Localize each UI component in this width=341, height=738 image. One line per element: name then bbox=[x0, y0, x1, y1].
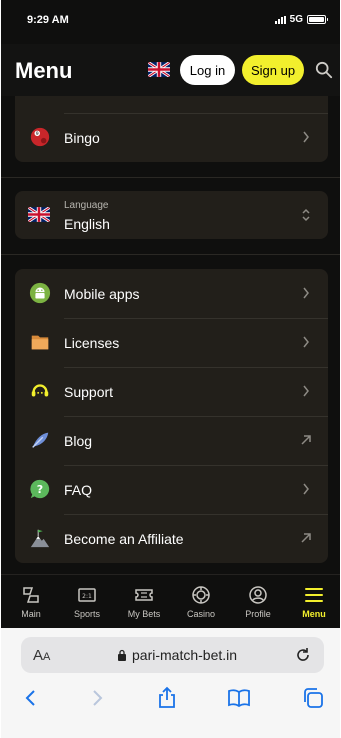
nav-sports[interactable]: 2:1 Sports bbox=[59, 575, 115, 629]
menu-card-games: 9 Bingo bbox=[15, 96, 328, 162]
bottom-navigation: Main 2:1 Sports My Bets Casino Profile M… bbox=[1, 574, 340, 628]
menu-item-affiliate[interactable]: Become an Affiliate bbox=[15, 514, 328, 563]
menu-item-mobile-apps[interactable]: Mobile apps bbox=[15, 269, 328, 318]
profile-icon bbox=[249, 586, 267, 604]
menu-item-licenses[interactable]: Licenses bbox=[15, 318, 328, 367]
uk-flag-icon[interactable] bbox=[148, 62, 170, 77]
chevron-updown-icon bbox=[302, 208, 310, 222]
url-display[interactable]: pari-match-bet.in bbox=[117, 647, 237, 663]
battery-icon bbox=[307, 15, 328, 24]
svg-text:9: 9 bbox=[36, 131, 39, 137]
forward-icon[interactable] bbox=[85, 686, 109, 710]
page-title: Menu bbox=[15, 58, 73, 83]
nav-label: Profile bbox=[245, 609, 271, 619]
language-value: English bbox=[64, 216, 110, 232]
chevron-right-icon bbox=[303, 385, 309, 397]
menu-item-label: Become an Affiliate bbox=[64, 530, 184, 547]
mountain-flag-icon bbox=[28, 526, 52, 550]
ticket-icon bbox=[135, 589, 153, 601]
menu-item-label: Licenses bbox=[64, 334, 120, 351]
svg-text:2:1: 2:1 bbox=[82, 593, 92, 600]
share-icon[interactable] bbox=[155, 686, 179, 710]
menu-item-label: Mobile apps bbox=[64, 285, 140, 302]
chevron-right-icon bbox=[303, 287, 309, 299]
bookmarks-icon[interactable] bbox=[227, 686, 251, 710]
hamburger-icon bbox=[305, 588, 323, 602]
app-header: Menu Log in Sign up bbox=[1, 44, 340, 96]
external-link-icon bbox=[301, 435, 311, 445]
signal-icon bbox=[274, 15, 286, 24]
status-bar: 9:29 AM 5G bbox=[1, 0, 340, 44]
uk-flag-icon bbox=[28, 207, 50, 222]
nav-label: Menu bbox=[302, 609, 326, 619]
chat-question-icon: ? bbox=[28, 477, 52, 501]
android-icon bbox=[28, 281, 52, 305]
menu-item-blog[interactable]: Blog bbox=[15, 416, 328, 465]
nav-label: Casino bbox=[186, 609, 215, 619]
browser-chrome: AA pari-match-bet.in bbox=[1, 628, 340, 738]
list-item-hidden bbox=[15, 96, 328, 113]
nav-label: Sports bbox=[73, 609, 100, 619]
menu-content[interactable]: 9 Bingo Language English Mobile apps Lic… bbox=[1, 96, 340, 574]
nav-label: My Bets bbox=[127, 609, 161, 619]
status-indicators: 5G bbox=[274, 14, 328, 25]
menu-item-faq[interactable]: ? FAQ bbox=[15, 465, 328, 514]
nav-casino[interactable]: Casino bbox=[173, 575, 229, 629]
back-icon[interactable] bbox=[19, 686, 43, 710]
menu-item-support[interactable]: Support bbox=[15, 367, 328, 416]
section-divider bbox=[1, 177, 340, 178]
menu-item-label: FAQ bbox=[64, 481, 93, 498]
chevron-right-icon bbox=[303, 483, 309, 495]
nav-profile[interactable]: Profile bbox=[230, 575, 286, 629]
bingo-ball-icon: 9 bbox=[28, 125, 52, 149]
section-divider bbox=[1, 254, 340, 255]
language-caption: Language bbox=[64, 200, 109, 211]
chevron-right-icon bbox=[303, 131, 309, 143]
menu-item-bingo[interactable]: 9 Bingo bbox=[15, 113, 328, 162]
nav-menu[interactable]: Menu bbox=[286, 575, 340, 629]
menu-item-label: Support bbox=[64, 383, 114, 400]
signup-button[interactable]: Sign up bbox=[242, 55, 304, 85]
login-button[interactable]: Log in bbox=[180, 55, 235, 85]
menu-item-label: Blog bbox=[64, 432, 93, 449]
network-type: 5G bbox=[289, 14, 303, 25]
status-time: 9:29 AM bbox=[27, 14, 69, 26]
nav-my-bets[interactable]: My Bets bbox=[116, 575, 172, 629]
lock-icon bbox=[118, 649, 126, 661]
feather-icon bbox=[28, 428, 52, 452]
menu-item-label: Bingo bbox=[64, 129, 100, 146]
chevron-right-icon bbox=[303, 336, 309, 348]
nav-label: Main bbox=[21, 609, 41, 619]
svg-text:?: ? bbox=[37, 483, 43, 496]
external-link-icon bbox=[301, 533, 311, 543]
url-text: pari-match-bet.in bbox=[132, 647, 238, 663]
language-selector[interactable]: Language English bbox=[15, 191, 328, 239]
casino-chip-icon bbox=[192, 586, 210, 604]
phone-screen: 9:29 AM 5G Menu Log in Sign up 9 Bingo L… bbox=[1, 0, 340, 738]
nav-main[interactable]: Main bbox=[3, 575, 59, 629]
reader-text-size-button[interactable]: AA bbox=[33, 647, 50, 664]
folder-icon bbox=[28, 330, 52, 354]
reload-icon[interactable] bbox=[294, 646, 312, 664]
tabs-icon[interactable] bbox=[301, 686, 325, 710]
main-icon bbox=[23, 587, 39, 603]
address-bar[interactable]: AA pari-match-bet.in bbox=[21, 637, 324, 673]
scoreboard-icon: 2:1 bbox=[78, 588, 96, 602]
headset-icon bbox=[28, 379, 52, 403]
menu-card-info: Mobile apps Licenses Support Blog ? FAQ … bbox=[15, 269, 328, 563]
search-icon[interactable] bbox=[315, 61, 333, 79]
